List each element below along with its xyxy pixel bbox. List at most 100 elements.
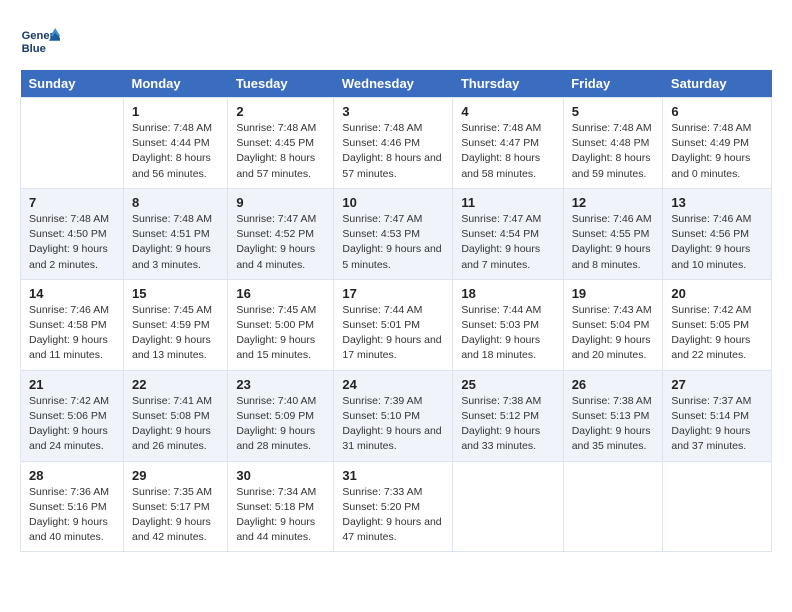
date-number: 13 [671,195,763,210]
cell-info: Sunrise: 7:48 AMSunset: 4:49 PMDaylight:… [671,121,763,182]
date-number: 2 [236,104,325,119]
calendar-cell: 19 Sunrise: 7:43 AMSunset: 5:04 PMDayligh… [563,279,663,370]
calendar-cell: 30 Sunrise: 7:34 AMSunset: 5:18 PMDayligh… [228,461,334,552]
calendar-cell: 6 Sunrise: 7:48 AMSunset: 4:49 PMDaylight… [663,98,772,189]
cell-info: Sunrise: 7:46 AMSunset: 4:56 PMDaylight:… [671,212,763,273]
cell-info: Sunrise: 7:37 AMSunset: 5:14 PMDaylight:… [671,394,763,455]
date-number: 7 [29,195,115,210]
calendar-cell: 22 Sunrise: 7:41 AMSunset: 5:08 PMDayligh… [123,370,227,461]
cell-info: Sunrise: 7:48 AMSunset: 4:50 PMDaylight:… [29,212,115,273]
cell-info: Sunrise: 7:48 AMSunset: 4:47 PMDaylight:… [461,121,554,182]
week-row-3: 21Sunrise: 7:42 AMSunset: 5:06 PMDayligh… [21,370,772,461]
calendar-header-row: SundayMondayTuesdayWednesdayThursdayFrid… [21,70,772,98]
date-number: 8 [132,195,219,210]
cell-info: Sunrise: 7:46 AMSunset: 4:58 PMDaylight:… [29,303,115,364]
calendar-cell: 1Sunrise: 7:48 AMSunset: 4:44 PMDaylight… [123,98,227,189]
cell-info: Sunrise: 7:44 AMSunset: 5:03 PMDaylight:… [461,303,554,364]
date-number: 6 [671,104,763,119]
date-number: 19 [572,286,655,301]
calendar-cell: 24 Sunrise: 7:39 AMSunset: 5:10 PMDayligh… [334,370,453,461]
date-number: 10 [342,195,444,210]
week-row-0: 1Sunrise: 7:48 AMSunset: 4:44 PMDaylight… [21,98,772,189]
date-number: 12 [572,195,655,210]
cell-info: Sunrise: 7:45 AMSunset: 4:59 PMDaylight:… [132,303,219,364]
date-number: 20 [671,286,763,301]
cell-info: Sunrise: 7:48 AMSunset: 4:51 PMDaylight:… [132,212,219,273]
calendar-cell: 8 Sunrise: 7:48 AMSunset: 4:51 PMDaylight… [123,188,227,279]
cell-info: Sunrise: 7:39 AMSunset: 5:10 PMDaylight:… [342,394,444,455]
cell-info: Sunrise: 7:44 AMSunset: 5:01 PMDaylight:… [342,303,444,364]
cell-info: Sunrise: 7:38 AMSunset: 5:12 PMDaylight:… [461,394,554,455]
cell-info: Sunrise: 7:42 AMSunset: 5:06 PMDaylight:… [29,394,115,455]
calendar-cell: 15 Sunrise: 7:45 AMSunset: 4:59 PMDayligh… [123,279,227,370]
calendar-cell: 29Sunrise: 7:35 AMSunset: 5:17 PMDayligh… [123,461,227,552]
cell-info: Sunrise: 7:34 AMSunset: 5:18 PMDaylight:… [236,485,325,546]
cell-info: Sunrise: 7:47 AMSunset: 4:54 PMDaylight:… [461,212,554,273]
date-number: 3 [342,104,444,119]
calendar-cell: 26 Sunrise: 7:38 AMSunset: 5:13 PMDayligh… [563,370,663,461]
calendar-cell: 17 Sunrise: 7:44 AMSunset: 5:01 PMDayligh… [334,279,453,370]
svg-text:Blue: Blue [22,43,46,55]
calendar-cell [453,461,563,552]
cell-info: Sunrise: 7:43 AMSunset: 5:04 PMDaylight:… [572,303,655,364]
cell-info: Sunrise: 7:46 AMSunset: 4:55 PMDaylight:… [572,212,655,273]
calendar-cell: 20Sunrise: 7:42 AMSunset: 5:05 PMDayligh… [663,279,772,370]
cell-info: Sunrise: 7:47 AMSunset: 4:52 PMDaylight:… [236,212,325,273]
calendar-cell: 16 Sunrise: 7:45 AMSunset: 5:00 PMDayligh… [228,279,334,370]
date-number: 23 [236,377,325,392]
cell-info: Sunrise: 7:33 AMSunset: 5:20 PMDaylight:… [342,485,444,546]
date-number: 4 [461,104,554,119]
header-wednesday: Wednesday [334,70,453,98]
cell-info: Sunrise: 7:38 AMSunset: 5:13 PMDaylight:… [572,394,655,455]
calendar-cell: 10 Sunrise: 7:47 AMSunset: 4:53 PMDayligh… [334,188,453,279]
week-row-1: 7 Sunrise: 7:48 AMSunset: 4:50 PMDaylight… [21,188,772,279]
cell-info: Sunrise: 7:48 AMSunset: 4:44 PMDaylight:… [132,121,219,182]
calendar-cell: 4 Sunrise: 7:48 AMSunset: 4:47 PMDaylight… [453,98,563,189]
calendar-cell: 11Sunrise: 7:47 AMSunset: 4:54 PMDayligh… [453,188,563,279]
page-header: General Blue [20,20,772,60]
cell-info: Sunrise: 7:40 AMSunset: 5:09 PMDaylight:… [236,394,325,455]
week-row-2: 14 Sunrise: 7:46 AMSunset: 4:58 PMDayligh… [21,279,772,370]
date-number: 9 [236,195,325,210]
calendar-table: SundayMondayTuesdayWednesdayThursdayFrid… [20,70,772,552]
calendar-cell: 9 Sunrise: 7:47 AMSunset: 4:52 PMDaylight… [228,188,334,279]
date-number: 14 [29,286,115,301]
calendar-cell: 21Sunrise: 7:42 AMSunset: 5:06 PMDayligh… [21,370,124,461]
cell-info: Sunrise: 7:48 AMSunset: 4:48 PMDaylight:… [572,121,655,182]
date-number: 28 [29,468,115,483]
calendar-cell: 3 Sunrise: 7:48 AMSunset: 4:46 PMDaylight… [334,98,453,189]
date-number: 26 [572,377,655,392]
header-friday: Friday [563,70,663,98]
date-number: 15 [132,286,219,301]
date-number: 5 [572,104,655,119]
header-tuesday: Tuesday [228,70,334,98]
date-number: 17 [342,286,444,301]
cell-info: Sunrise: 7:45 AMSunset: 5:00 PMDaylight:… [236,303,325,364]
calendar-cell: 28 Sunrise: 7:36 AMSunset: 5:16 PMDayligh… [21,461,124,552]
cell-info: Sunrise: 7:36 AMSunset: 5:16 PMDaylight:… [29,485,115,546]
calendar-cell: 18Sunrise: 7:44 AMSunset: 5:03 PMDayligh… [453,279,563,370]
calendar-cell [563,461,663,552]
header-thursday: Thursday [453,70,563,98]
date-number: 30 [236,468,325,483]
logo: General Blue [20,20,60,60]
date-number: 22 [132,377,219,392]
header-sunday: Sunday [21,70,124,98]
calendar-cell [21,98,124,189]
cell-info: Sunrise: 7:35 AMSunset: 5:17 PMDaylight:… [132,485,219,546]
calendar-cell: 12 Sunrise: 7:46 AMSunset: 4:55 PMDayligh… [563,188,663,279]
date-number: 31 [342,468,444,483]
calendar-cell: 31 Sunrise: 7:33 AMSunset: 5:20 PMDayligh… [334,461,453,552]
calendar-cell: 2 Sunrise: 7:48 AMSunset: 4:45 PMDaylight… [228,98,334,189]
calendar-cell: 5 Sunrise: 7:48 AMSunset: 4:48 PMDaylight… [563,98,663,189]
date-number: 16 [236,286,325,301]
calendar-cell: 27Sunrise: 7:37 AMSunset: 5:14 PMDayligh… [663,370,772,461]
header-saturday: Saturday [663,70,772,98]
cell-info: Sunrise: 7:41 AMSunset: 5:08 PMDaylight:… [132,394,219,455]
calendar-cell: 23 Sunrise: 7:40 AMSunset: 5:09 PMDayligh… [228,370,334,461]
logo-icon: General Blue [20,20,60,60]
cell-info: Sunrise: 7:47 AMSunset: 4:53 PMDaylight:… [342,212,444,273]
cell-info: Sunrise: 7:48 AMSunset: 4:45 PMDaylight:… [236,121,325,182]
cell-info: Sunrise: 7:48 AMSunset: 4:46 PMDaylight:… [342,121,444,182]
date-number: 24 [342,377,444,392]
